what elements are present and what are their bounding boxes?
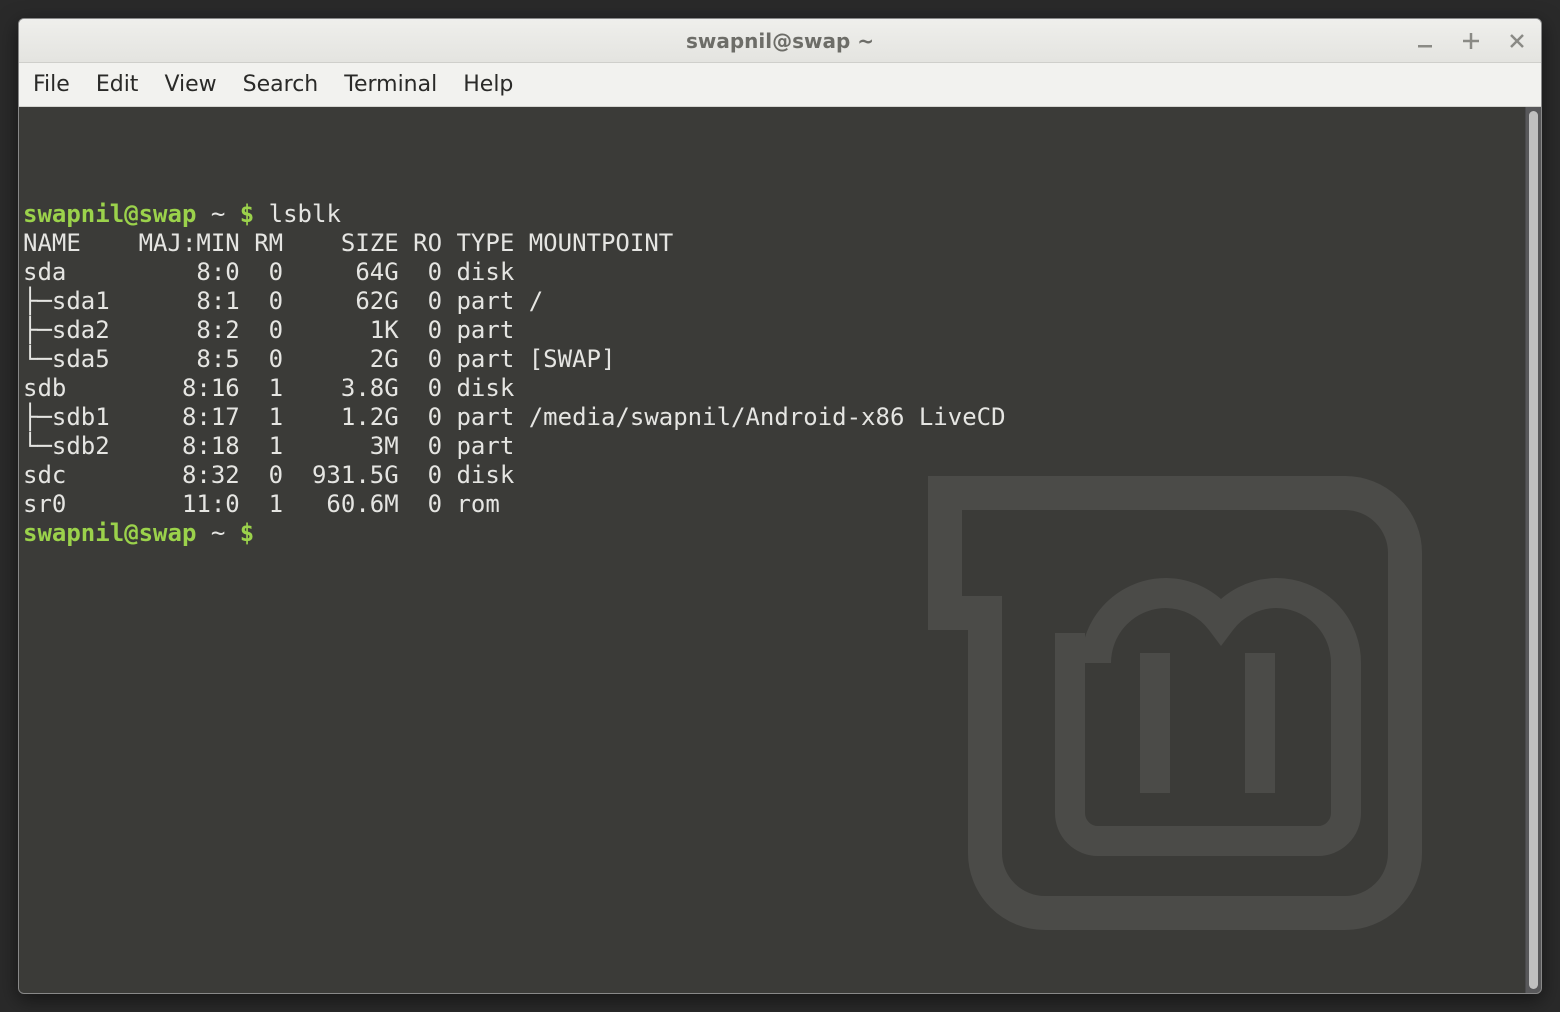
lsblk-row: ├─sda2 8:2 0 1K 0 part [23,316,1517,345]
lsblk-row: sdb 8:16 1 3.8G 0 disk [23,374,1517,403]
menu-search[interactable]: Search [243,72,319,97]
command: lsblk [269,200,341,228]
lsblk-header: NAME MAJ:MIN RM SIZE RO TYPE MOUNTPOINT [23,229,1517,258]
terminal-area: swapnil@swap ~ $ lsblkNAME MAJ:MIN RM SI… [19,107,1541,993]
terminal-viewport[interactable]: swapnil@swap ~ $ lsblkNAME MAJ:MIN RM SI… [19,107,1525,993]
titlebar[interactable]: swapnil@swap ~ [19,19,1541,63]
lsblk-row: sdc 8:32 0 931.5G 0 disk [23,461,1517,490]
menu-file[interactable]: File [33,72,70,97]
menu-terminal[interactable]: Terminal [344,72,437,97]
maximize-button[interactable] [1457,27,1485,55]
scrollbar[interactable] [1525,107,1541,993]
titlebar-controls [1411,19,1531,62]
lsblk-row: └─sda5 8:5 0 2G 0 part [SWAP] [23,345,1517,374]
menu-help[interactable]: Help [463,72,513,97]
minimize-button[interactable] [1411,27,1439,55]
menu-view[interactable]: View [164,72,216,97]
prompt-userhost: swapnil@swap [23,200,211,228]
scrollbar-thumb[interactable] [1529,111,1538,989]
prompt-symbol: $ [240,519,269,547]
menubar: File Edit View Search Terminal Help [19,63,1541,107]
close-button[interactable] [1503,27,1531,55]
lsblk-row: sr0 11:0 1 60.6M 0 rom [23,490,1517,519]
terminal-window: swapnil@swap ~ File Edit View Search [18,18,1542,994]
prompt-line: swapnil@swap ~ $ [23,519,1517,548]
window-title: swapnil@swap ~ [686,29,874,53]
prompt-symbol: $ [240,200,269,228]
lsblk-row: ├─sdb1 8:17 1 1.2G 0 part /media/swapnil… [23,403,1517,432]
prompt-userhost: swapnil@swap [23,519,211,547]
prompt-line: swapnil@swap ~ $ lsblk [23,200,1517,229]
prompt-path: ~ [211,519,240,547]
menu-edit[interactable]: Edit [96,72,139,97]
prompt-path: ~ [211,200,240,228]
lsblk-row: ├─sda1 8:1 0 62G 0 part / [23,287,1517,316]
lsblk-row: sda 8:0 0 64G 0 disk [23,258,1517,287]
lsblk-row: └─sdb2 8:18 1 3M 0 part [23,432,1517,461]
